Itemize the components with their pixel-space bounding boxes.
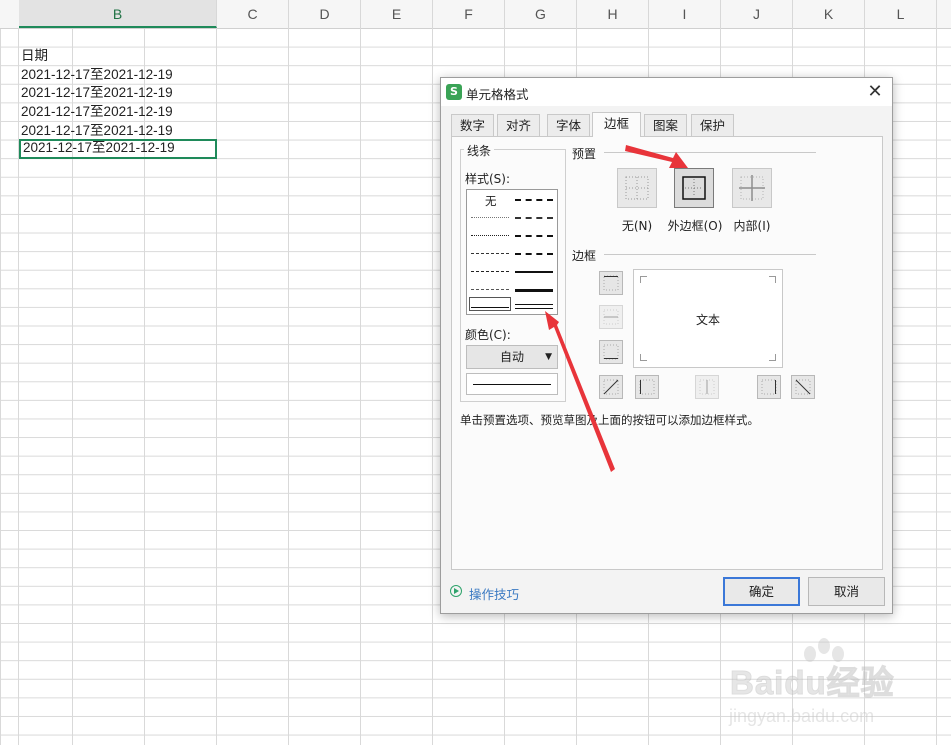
color-dropdown-value: 自动 — [499, 350, 524, 364]
line-style-selected-frame — [469, 297, 511, 311]
preset-outline-label: 外边框(O) — [667, 219, 723, 233]
column-header-bar: B C D E F G H I J K L — [0, 0, 951, 29]
border-top-icon — [603, 275, 619, 291]
hint-text: 单击预置选项、预览草图及上面的按钮可以添加边框样式。 — [460, 413, 759, 427]
play-circle-icon — [450, 585, 462, 597]
border-divider — [604, 254, 816, 255]
line-style-double[interactable] — [515, 304, 553, 309]
preset-inside-label: 内部(I) — [733, 219, 771, 233]
presets-title: 预置 — [569, 145, 600, 162]
dialog-titlebar[interactable]: S 单元格格式 ✕ — [441, 78, 892, 106]
border-none-icon — [625, 176, 649, 200]
column-header-c[interactable]: C — [217, 0, 289, 28]
line-style-medium-dashed[interactable] — [515, 199, 553, 202]
cell-date-range[interactable]: 2021-12-17至2021-12-19 — [19, 122, 217, 140]
wps-app-icon: S — [446, 84, 462, 100]
line-style-list[interactable]: 无 — [466, 189, 558, 315]
column-header-e[interactable]: E — [361, 0, 433, 28]
border-bottom-icon — [603, 344, 619, 360]
preset-none-label: 无(N) — [621, 219, 653, 233]
cell-b2-header[interactable]: 日期 — [19, 47, 217, 65]
column-header-k[interactable]: K — [793, 0, 865, 28]
preset-outline-button[interactable] — [674, 168, 714, 208]
border-inside-icon — [739, 175, 765, 201]
format-cells-dialog: S 单元格格式 ✕ 数字 对齐 字体 边框 图案 保护 线条 样式(S): 无 — [440, 77, 893, 614]
dialog-title: 单元格格式 — [466, 87, 529, 102]
preview-text: 文本 — [695, 313, 720, 327]
border-middle-vertical-icon — [699, 379, 715, 395]
line-style-none[interactable]: 无 — [485, 193, 497, 209]
line-style-medium-dash-dot[interactable] — [515, 235, 553, 238]
line-style-slanted-dash[interactable] — [515, 217, 553, 220]
line-style-hairline[interactable] — [471, 217, 509, 219]
line-group-title: 线条 — [464, 142, 495, 159]
border-left-icon — [639, 379, 655, 395]
column-header-g[interactable]: G — [505, 0, 577, 28]
tab-pattern[interactable]: 图案 — [644, 114, 687, 136]
tab-number[interactable]: 数字 — [451, 114, 494, 136]
column-header-j[interactable]: J — [721, 0, 793, 28]
tips-label: 操作技巧 — [469, 587, 520, 602]
line-style-thick[interactable] — [515, 289, 553, 293]
tab-font[interactable]: 字体 — [547, 114, 590, 136]
line-style-preview — [466, 373, 558, 395]
line-style-dashed[interactable] — [471, 289, 509, 291]
border-middle-horizontal-button[interactable] — [599, 305, 623, 329]
cell-date-range[interactable]: 2021-12-17至2021-12-19 — [19, 84, 217, 102]
column-header-b[interactable]: B — [19, 0, 217, 28]
border-diagonal-up-icon — [603, 379, 619, 395]
ok-button[interactable]: 确定 — [723, 577, 800, 606]
border-top-button[interactable] — [599, 271, 623, 295]
cell-date-range[interactable]: 2021-12-17至2021-12-19 — [19, 66, 217, 84]
line-style-dash-dot-dot[interactable] — [471, 271, 509, 273]
border-preview-area[interactable]: 文本 — [633, 269, 783, 368]
close-button[interactable]: ✕ — [864, 81, 886, 103]
cancel-button[interactable]: 取消 — [808, 577, 885, 606]
tab-protection[interactable]: 保护 — [691, 114, 734, 136]
border-diagonal-down-icon — [795, 379, 811, 395]
color-dropdown[interactable]: 自动 ▼ — [466, 345, 558, 369]
style-label: 样式(S): — [465, 172, 511, 186]
border-middle-vertical-button[interactable] — [695, 375, 719, 399]
line-style-medium-dash-dot-dot[interactable] — [515, 253, 553, 256]
tab-alignment[interactable]: 对齐 — [497, 114, 540, 136]
border-diagonal-up-button[interactable] — [599, 375, 623, 399]
preset-none-button[interactable] — [617, 168, 657, 208]
preset-inside-button[interactable] — [732, 168, 772, 208]
border-right-button[interactable] — [757, 375, 781, 399]
column-header-d[interactable]: D — [289, 0, 361, 28]
border-diagonal-down-button[interactable] — [791, 375, 815, 399]
column-header-l[interactable]: L — [865, 0, 937, 28]
tab-border[interactable]: 边框 — [592, 112, 641, 137]
border-right-icon — [761, 379, 777, 395]
line-style-dotted[interactable] — [471, 235, 509, 237]
border-bottom-button[interactable] — [599, 340, 623, 364]
border-left-button[interactable] — [635, 375, 659, 399]
line-style-medium[interactable] — [515, 271, 553, 274]
border-tab-panel: 线条 样式(S): 无 颜色(C): 自动 ▼ 预置 无(N) 外边框(O) 内… — [451, 136, 883, 570]
color-label: 颜色(C): — [465, 328, 511, 342]
cell-date-range-selected[interactable]: 2021-12-17至2021-12-19 — [19, 139, 217, 159]
column-header-i[interactable]: I — [649, 0, 721, 28]
cell-date-range[interactable]: 2021-12-17至2021-12-19 — [19, 103, 217, 121]
column-header-f[interactable]: F — [433, 0, 505, 28]
presets-divider — [604, 152, 816, 153]
border-title: 边框 — [569, 247, 600, 264]
line-style-dash-dot[interactable] — [471, 253, 509, 255]
border-outline-icon — [682, 176, 706, 200]
border-middle-horizontal-icon — [603, 309, 619, 325]
column-header-h[interactable]: H — [577, 0, 649, 28]
caret-down-icon: ▼ — [545, 352, 552, 362]
